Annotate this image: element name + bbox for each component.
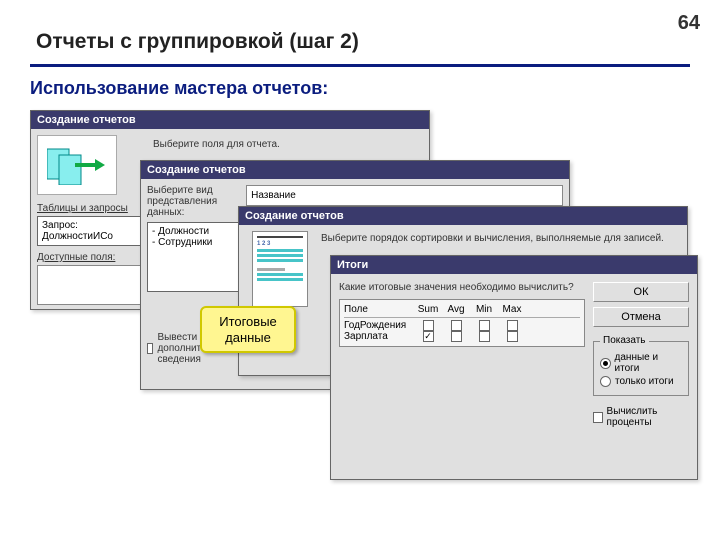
max-checkbox[interactable] <box>507 320 518 331</box>
extra-info-checkbox[interactable] <box>147 343 153 354</box>
w2-tables-list[interactable]: - Должности - Сотрудники <box>147 222 240 292</box>
col-field: Поле <box>344 304 414 315</box>
max-checkbox[interactable] <box>507 331 518 342</box>
col-max: Max <box>498 304 526 315</box>
window4-title: Итоги <box>331 256 697 274</box>
available-fields-label: Доступные поля: <box>37 252 147 263</box>
title-underline <box>30 64 690 67</box>
window2-title: Создание отчетов <box>141 161 569 179</box>
ok-button[interactable]: ОК <box>593 282 689 302</box>
layout-preview-thumb: 1 2 3 <box>252 231 308 307</box>
tables-queries-label: Таблицы и запросы <box>37 203 147 214</box>
totals-table-header: Поле Sum Avg Min Max <box>344 304 580 315</box>
col-avg: Avg <box>442 304 470 315</box>
list-item[interactable]: - Сотрудники <box>152 237 235 248</box>
page-number: 64 <box>678 12 700 35</box>
show-group-label: Показать <box>600 335 649 346</box>
cancel-button[interactable]: Отмена <box>593 307 689 327</box>
w4-instruction: Какие итоговые значения необходимо вычис… <box>339 282 585 293</box>
radio-totals-only-label: только итоги <box>615 376 674 387</box>
table-row: Зарплата <box>344 331 580 342</box>
window1-title: Создание отчетов <box>31 111 429 129</box>
callout-totals-data: Итоговые данные <box>200 306 296 353</box>
calc-percent-checkbox[interactable] <box>593 412 603 423</box>
sum-checkbox[interactable] <box>423 320 434 331</box>
wizard-stack: Создание отчетов Таблицы и запросы Запро… <box>30 110 695 500</box>
row-field-name: Зарплата <box>344 331 414 342</box>
tables-queries-dropdown[interactable]: Запрос: ДолжностиИСо <box>37 216 147 246</box>
wizard-window-4-totals: Итоги Какие итоговые значения необходимо… <box>330 255 698 480</box>
col-min: Min <box>470 304 498 315</box>
calc-percent-label: Вычислить проценты <box>607 406 689 428</box>
radio-totals-only[interactable] <box>600 376 611 387</box>
sum-checkbox[interactable] <box>423 331 434 342</box>
w1-instruction: Выберите поля для отчета. <box>153 139 423 150</box>
w3-instruction: Выберите порядок сортировки и вычисления… <box>321 233 681 244</box>
min-checkbox[interactable] <box>479 331 490 342</box>
preview-field-name: Название <box>251 190 296 201</box>
table-row: ГодРождения <box>344 320 580 331</box>
avg-checkbox[interactable] <box>451 331 462 342</box>
report-icon <box>37 135 117 195</box>
min-checkbox[interactable] <box>479 320 490 331</box>
preview-panel: Название <box>246 185 563 206</box>
window3-title: Создание отчетов <box>239 207 687 225</box>
radio-data-and-totals-label: данные и итоги <box>615 352 682 374</box>
radio-data-and-totals[interactable] <box>600 358 611 369</box>
slide-subtitle: Использование мастера отчетов: <box>30 78 328 99</box>
slide-title: Отчеты с группировкой (шаг 2) <box>36 30 359 54</box>
w2-instruction: Выберите вид представления данных: <box>147 185 240 218</box>
col-sum: Sum <box>414 304 442 315</box>
available-fields-list[interactable] <box>37 265 147 305</box>
row-field-name: ГодРождения <box>344 320 414 331</box>
list-item[interactable]: - Должности <box>152 226 235 237</box>
avg-checkbox[interactable] <box>451 320 462 331</box>
